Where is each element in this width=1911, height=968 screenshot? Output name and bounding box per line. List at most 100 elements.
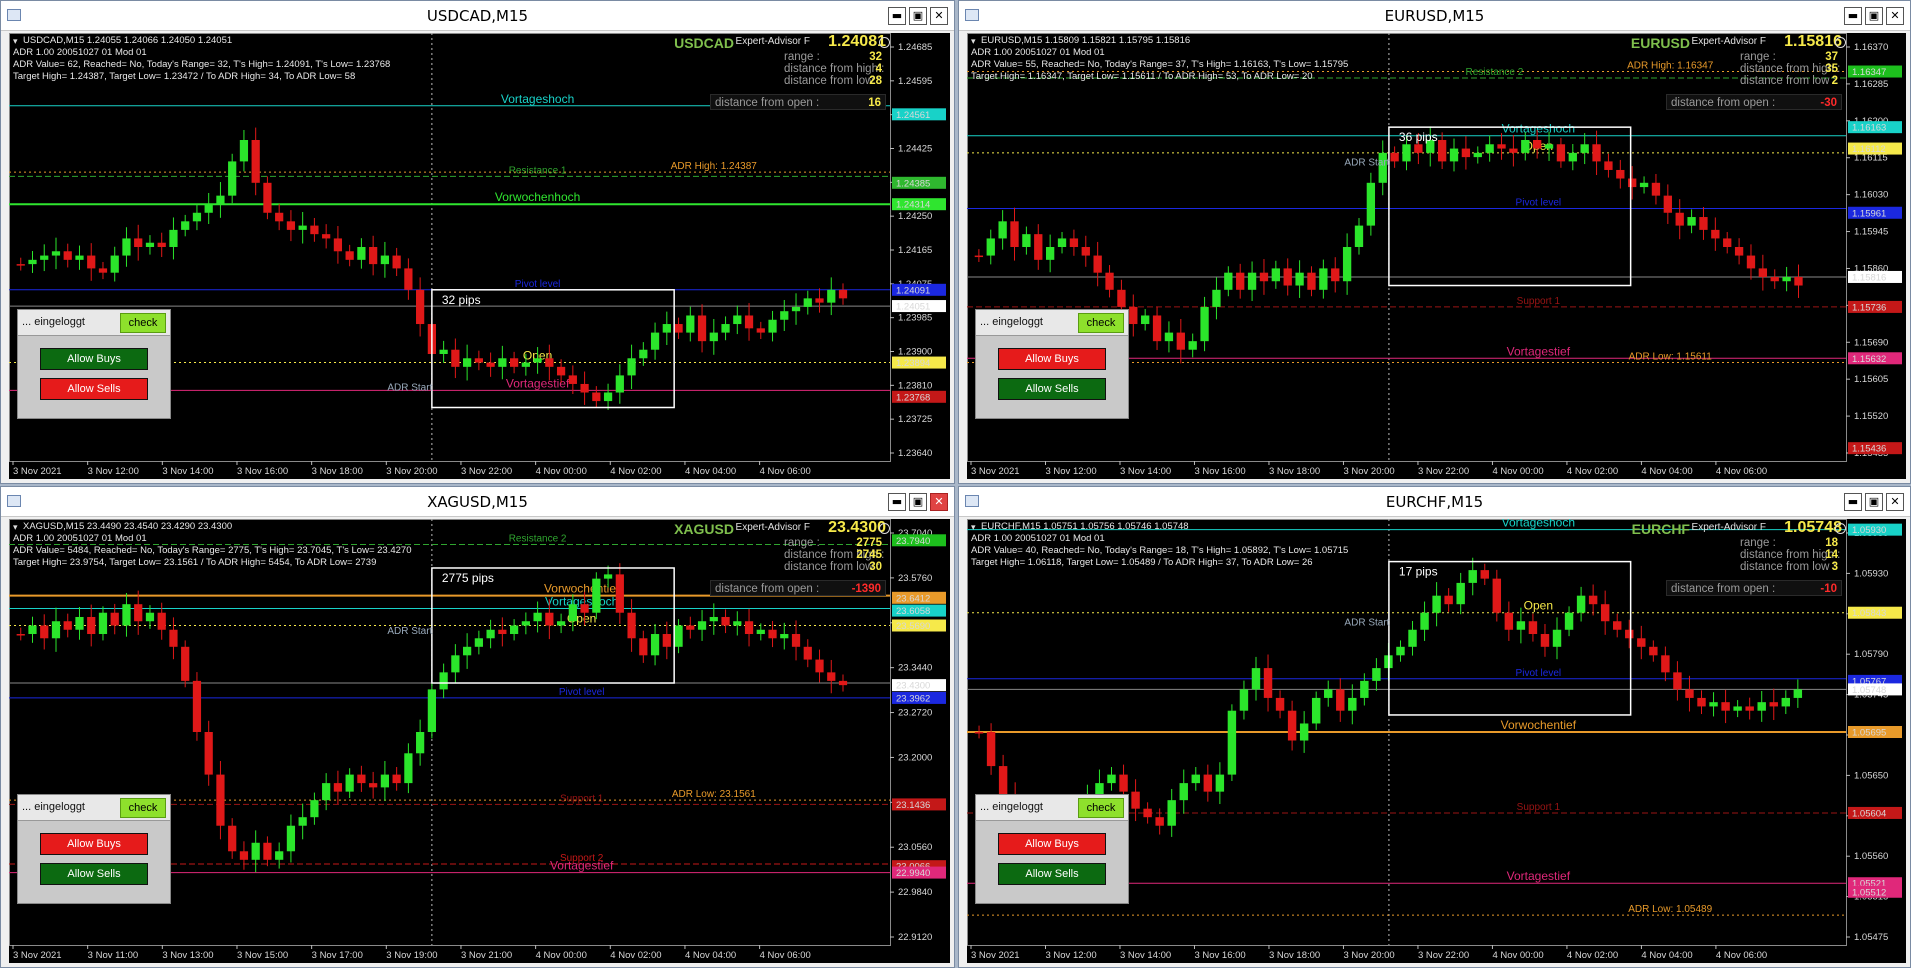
allow-sells-button[interactable]: Allow Sells	[998, 378, 1106, 400]
distance-from-high-stat: distance from high :2745	[710, 549, 886, 561]
candle-body	[486, 362, 495, 367]
candle-body	[568, 375, 577, 384]
candle-body	[756, 328, 765, 333]
chart-area[interactable]: Vortageshoch Resistance 1 ADR High: 1.2438…	[9, 33, 950, 479]
stat-value: 2745	[856, 549, 882, 561]
check-button[interactable]: check	[1078, 313, 1124, 333]
time-tick-label: 3 Nov 22:00	[1418, 466, 1469, 477]
candle-body	[40, 625, 49, 639]
candle-body	[686, 315, 695, 333]
candle-body	[322, 783, 331, 801]
candle-body	[1628, 178, 1637, 188]
close-button[interactable]: ✕	[1886, 7, 1904, 25]
candle-body	[1437, 140, 1447, 162]
allow-sells-button[interactable]: Allow Sells	[998, 863, 1106, 885]
candle-body	[1576, 595, 1586, 613]
candle-body	[1723, 238, 1732, 247]
candle-body	[1604, 161, 1613, 170]
maximize-button[interactable]: ▣	[1865, 7, 1883, 25]
close-button[interactable]: ✕	[1886, 493, 1904, 511]
window-titlebar[interactable]: EURUSD,M15 ▬ ▣ ✕	[959, 1, 1910, 31]
candle-body	[1263, 668, 1273, 698]
candle-body	[1468, 570, 1477, 583]
maximize-button[interactable]: ▣	[909, 7, 927, 25]
candle-body	[744, 315, 754, 329]
allow-sells-button[interactable]: Allow Sells	[40, 863, 148, 885]
stat-value: 32	[869, 51, 882, 63]
minimize-button[interactable]: ▬	[1844, 7, 1862, 25]
candle-body	[239, 140, 249, 162]
window-titlebar[interactable]: EURCHF,M15 ▬ ▣ ✕	[959, 487, 1910, 517]
candle-body	[1141, 315, 1150, 325]
candle-body	[592, 578, 601, 613]
candle-body	[662, 634, 671, 647]
check-button[interactable]: check	[120, 313, 166, 333]
allow-buys-button[interactable]: Allow Buys	[40, 348, 148, 370]
collapse-triangle-icon[interactable]: ▾	[971, 521, 976, 533]
time-tick-label: 4 Nov 00:00	[1492, 950, 1543, 961]
check-button[interactable]: check	[120, 798, 166, 818]
price-badge-label: 1.15961	[1852, 208, 1886, 219]
candle-body	[1661, 655, 1670, 673]
expert-advisor-name: Expert-Advisor F	[735, 36, 810, 47]
chart-window-xagusd[interactable]: XAGUSD,M15 ▬ ▣ ✕ Resistance 2 Vorwochentief Vo…	[0, 486, 955, 968]
allow-buys-button[interactable]: Allow Buys	[998, 833, 1106, 855]
expert-smiley-icon	[1835, 523, 1846, 534]
collapse-triangle-icon[interactable]: ▾	[971, 35, 976, 47]
chart-window-eurusd[interactable]: EURUSD,M15 ▬ ▣ ✕ ADR High: 1.16347 Resistance…	[958, 0, 1911, 484]
candle-body	[733, 621, 742, 626]
price-tick-label: 22.9840	[898, 887, 932, 898]
stat-value: 30	[869, 561, 882, 573]
time-tick-label: 3 Nov 12:00	[1045, 466, 1096, 477]
login-status: ... eingeloggt	[22, 316, 85, 328]
candle-body	[251, 140, 260, 183]
window-titlebar[interactable]: XAGUSD,M15 ▬ ▣ ✕	[1, 487, 954, 517]
price-badge-label: 23.7940	[896, 536, 930, 547]
current-price-display: 1.24081	[828, 33, 886, 50]
maximize-button[interactable]: ▣	[1865, 493, 1883, 511]
candle-body	[416, 732, 425, 754]
candle-body	[380, 255, 390, 265]
close-button[interactable]: ✕	[930, 493, 948, 511]
candle-body	[744, 621, 754, 635]
close-button[interactable]: ✕	[930, 7, 948, 25]
chart-area[interactable]: Resistance 2 Vorwochentief Vortageshoch Ope…	[9, 519, 950, 963]
candle-body	[63, 251, 72, 260]
adr-start-label: ADR Start	[387, 382, 432, 393]
maximize-button[interactable]: ▣	[909, 493, 927, 511]
window-titlebar[interactable]: USDCAD,M15 ▬ ▣ ✕	[1, 1, 954, 31]
collapse-triangle-icon[interactable]: ▾	[13, 35, 18, 47]
price-tick-label: 1.24425	[898, 144, 932, 155]
chart-window-usdcad[interactable]: USDCAD,M15 ▬ ▣ ✕ Vortageshoch Resistance 1 ADR…	[0, 0, 955, 484]
allow-sells-button[interactable]: Allow Sells	[40, 378, 148, 400]
minimize-button[interactable]: ▬	[888, 7, 906, 25]
candle-body	[1105, 272, 1114, 290]
candle-body	[298, 817, 307, 826]
level-label: Open	[1524, 599, 1553, 613]
candle-body	[1685, 689, 1694, 698]
collapse-triangle-icon[interactable]: ▾	[13, 521, 18, 533]
candle-body	[674, 625, 683, 647]
allow-buys-button[interactable]: Allow Buys	[40, 833, 148, 855]
price-badge-label: 1.15436	[1852, 444, 1886, 455]
distance-from-low-stat: distance from low :28	[710, 75, 886, 87]
candle-body	[1461, 148, 1471, 158]
minimize-button[interactable]: ▬	[888, 493, 906, 511]
adr-start-label: ADR Start	[387, 626, 432, 637]
chart-window-eurchf[interactable]: EURCHF,M15 ▬ ▣ ✕ Vortageshoch Open Pivot level…	[958, 486, 1911, 968]
minimize-button[interactable]: ▬	[1844, 493, 1862, 511]
candle-body	[838, 680, 848, 686]
chart-area[interactable]: Vortageshoch Open Pivot level Vorwochentief…	[967, 519, 1906, 963]
candle-body	[181, 646, 190, 681]
price-badge-label: 1.23768	[896, 392, 930, 403]
check-button[interactable]: check	[1078, 798, 1124, 818]
candle-body	[216, 774, 225, 826]
candle-body	[650, 634, 660, 656]
candle-body	[275, 212, 284, 222]
price-tick-label: 1.16030	[1854, 190, 1888, 201]
range-stat: range : 18	[1666, 537, 1842, 549]
chart-area[interactable]: ADR High: 1.16347 Resistance 2 Vortageshoc…	[967, 33, 1906, 479]
allow-buys-button[interactable]: Allow Buys	[998, 348, 1106, 370]
candle-body	[1444, 595, 1453, 605]
distance-from-open-stat: distance from open : -10	[1666, 580, 1842, 596]
